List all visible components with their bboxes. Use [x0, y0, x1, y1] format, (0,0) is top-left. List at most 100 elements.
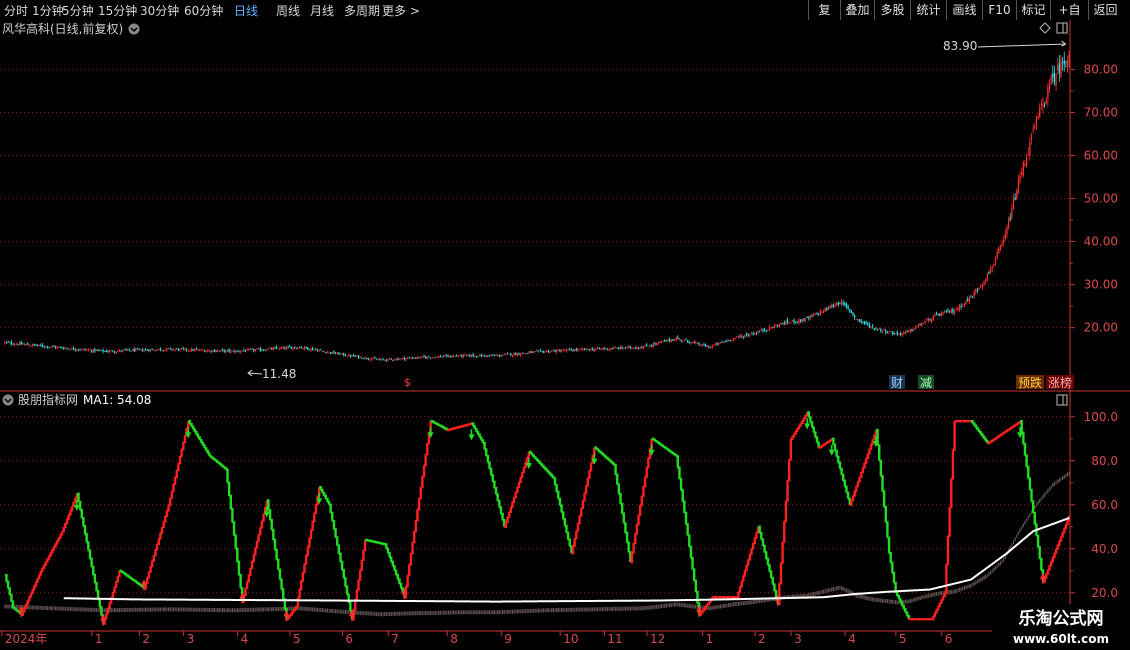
overlay-price-mark — [978, 578, 980, 583]
oscillator-segment — [830, 438, 833, 442]
candle-body — [123, 349, 125, 351]
oscillator-segment — [14, 608, 18, 611]
candle-body — [577, 349, 579, 351]
period-tab-1[interactable]: 1分钟 — [32, 2, 64, 19]
candle-body — [824, 307, 826, 312]
overlay-price-mark — [691, 604, 694, 609]
overlay-price-mark — [999, 561, 1002, 566]
oscillator-segment — [209, 455, 213, 458]
candle-body — [880, 328, 882, 332]
candle-body — [786, 319, 789, 323]
candle-body — [138, 349, 140, 351]
indicator-tick-label: 80.0 — [1091, 454, 1118, 468]
toolbar-button-1[interactable]: 叠加 — [840, 0, 874, 20]
overlay-price-mark — [334, 609, 337, 614]
oscillator-segment — [651, 437, 655, 440]
candle-body — [1025, 156, 1028, 167]
period-tab-7[interactable]: 周线 — [276, 2, 300, 19]
marker-zhangbang: 涨榜 — [1048, 375, 1072, 390]
candle-body — [868, 324, 871, 328]
toolbar-button-0[interactable]: 复权 — [808, 0, 840, 37]
period-tab-9[interactable]: 多周期 — [344, 2, 380, 19]
toolbar-button-8[interactable]: 返回 — [1088, 0, 1122, 20]
overlay-price-mark — [181, 607, 183, 612]
overlay-price-mark — [718, 604, 720, 609]
candle-body — [541, 350, 543, 352]
xaxis-label: 1 — [95, 632, 103, 646]
period-tab-4[interactable]: 30分钟 — [140, 2, 179, 19]
overlay-price-mark — [369, 611, 371, 616]
period-tab-6[interactable]: 日线 — [234, 2, 258, 19]
toolbar-button-7[interactable]: +自选 — [1050, 0, 1088, 37]
overlay-price-mark — [241, 608, 243, 613]
indicator-dropdown-icon[interactable] — [2, 394, 14, 406]
overlay-price-mark — [867, 596, 869, 601]
candle-body — [23, 344, 26, 346]
overlay-price-mark — [472, 610, 474, 615]
candle-body — [619, 346, 622, 350]
overlay-price-mark — [128, 607, 130, 612]
overlay-price-mark — [258, 607, 260, 612]
overlay-price-mark — [28, 605, 30, 610]
period-tab-8[interactable]: 月线 — [310, 2, 334, 19]
overlay-price-mark — [922, 595, 925, 600]
candle-body — [379, 359, 381, 360]
candle-body — [1053, 73, 1056, 82]
candle-body — [716, 343, 718, 345]
candle-body — [104, 351, 106, 352]
candle-body — [898, 333, 900, 335]
period-tab-0[interactable]: 分时 — [4, 2, 28, 19]
candle-body — [973, 291, 975, 297]
oscillator-segment — [997, 435, 1000, 438]
overlay-price-mark — [693, 604, 695, 609]
overlay-price-mark — [331, 608, 333, 613]
overlay-price-mark — [343, 609, 345, 614]
overlay-price-mark — [885, 599, 887, 604]
candle-body — [788, 322, 790, 324]
toolbar-button-5[interactable]: F10 — [982, 0, 1016, 20]
candle-body — [664, 340, 666, 342]
title-dropdown-icon[interactable] — [128, 23, 140, 35]
period-tab-10[interactable]: 更多 > — [382, 2, 420, 19]
overlay-price-mark — [465, 610, 468, 615]
candle-body — [556, 349, 558, 353]
xaxis-label: 9 — [504, 632, 512, 646]
candle-body — [560, 350, 563, 353]
price-chart: 20.00 30.00 40.00 50.00 60.00 70.00 80.00 风华高科(… — [0, 20, 1130, 392]
oscillator-segment — [125, 574, 129, 577]
toolbar-button-2[interactable]: 多股 — [874, 0, 910, 20]
candle-body — [958, 304, 961, 310]
xaxis-label: 3 — [794, 632, 802, 646]
candle-body — [89, 349, 91, 351]
overlay-price-mark — [819, 590, 821, 595]
period-tab-2[interactable]: 5分钟 — [62, 2, 94, 19]
overlay-price-mark — [701, 605, 703, 610]
candle-body — [1016, 190, 1018, 200]
toolbar-button-4[interactable]: 画线 — [946, 0, 982, 20]
candle-body — [605, 348, 607, 350]
overlay-price-mark — [587, 607, 589, 612]
overlay-price-mark — [339, 609, 342, 614]
overlay-price-mark — [1062, 476, 1064, 481]
candle-body — [443, 356, 445, 358]
overlay-price-mark — [881, 598, 884, 603]
toolbar-button-6[interactable]: 标记 — [1016, 0, 1050, 20]
toolbar-button-3[interactable]: 统计 — [910, 0, 946, 20]
candle-body — [223, 349, 225, 352]
overlay-price-mark — [596, 607, 599, 612]
overlay-price-mark — [816, 591, 818, 596]
overlay-price-mark — [230, 608, 232, 613]
overlay-price-mark — [392, 611, 394, 616]
candle-body — [133, 348, 135, 352]
candle-body — [279, 347, 281, 350]
overlay-price-mark — [554, 608, 556, 613]
candle-body — [840, 301, 843, 306]
candle-body — [644, 345, 646, 347]
candle-body — [501, 355, 504, 357]
candle-body — [249, 348, 252, 350]
period-tab-5[interactable]: 60分钟 — [184, 2, 223, 19]
period-tab-3[interactable]: 15分钟 — [98, 2, 137, 19]
candle-body — [425, 356, 427, 359]
overlay-price-mark — [220, 608, 222, 613]
candle-body — [184, 348, 186, 350]
